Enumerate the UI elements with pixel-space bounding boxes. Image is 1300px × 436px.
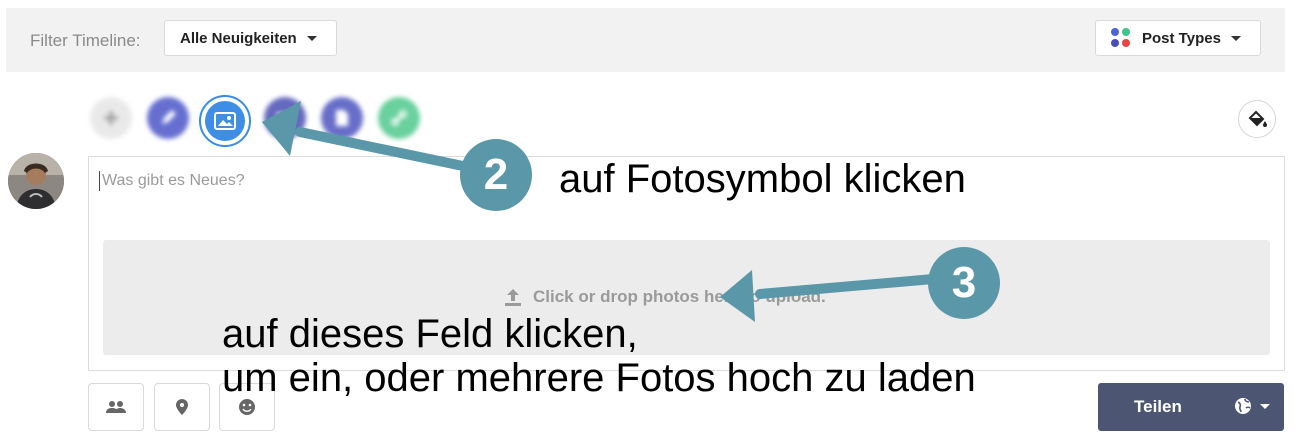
step-3-badge: 3 xyxy=(928,247,1000,319)
step-2-text: auf Fotosymbol klicken xyxy=(559,157,966,201)
step-3-text-line1: auf dieses Feld klicken, xyxy=(222,312,638,356)
step-3-text-line2: um ein, oder mehrere Fotos hoch zu laden xyxy=(222,356,976,400)
step-2-badge: 2 xyxy=(460,139,532,211)
